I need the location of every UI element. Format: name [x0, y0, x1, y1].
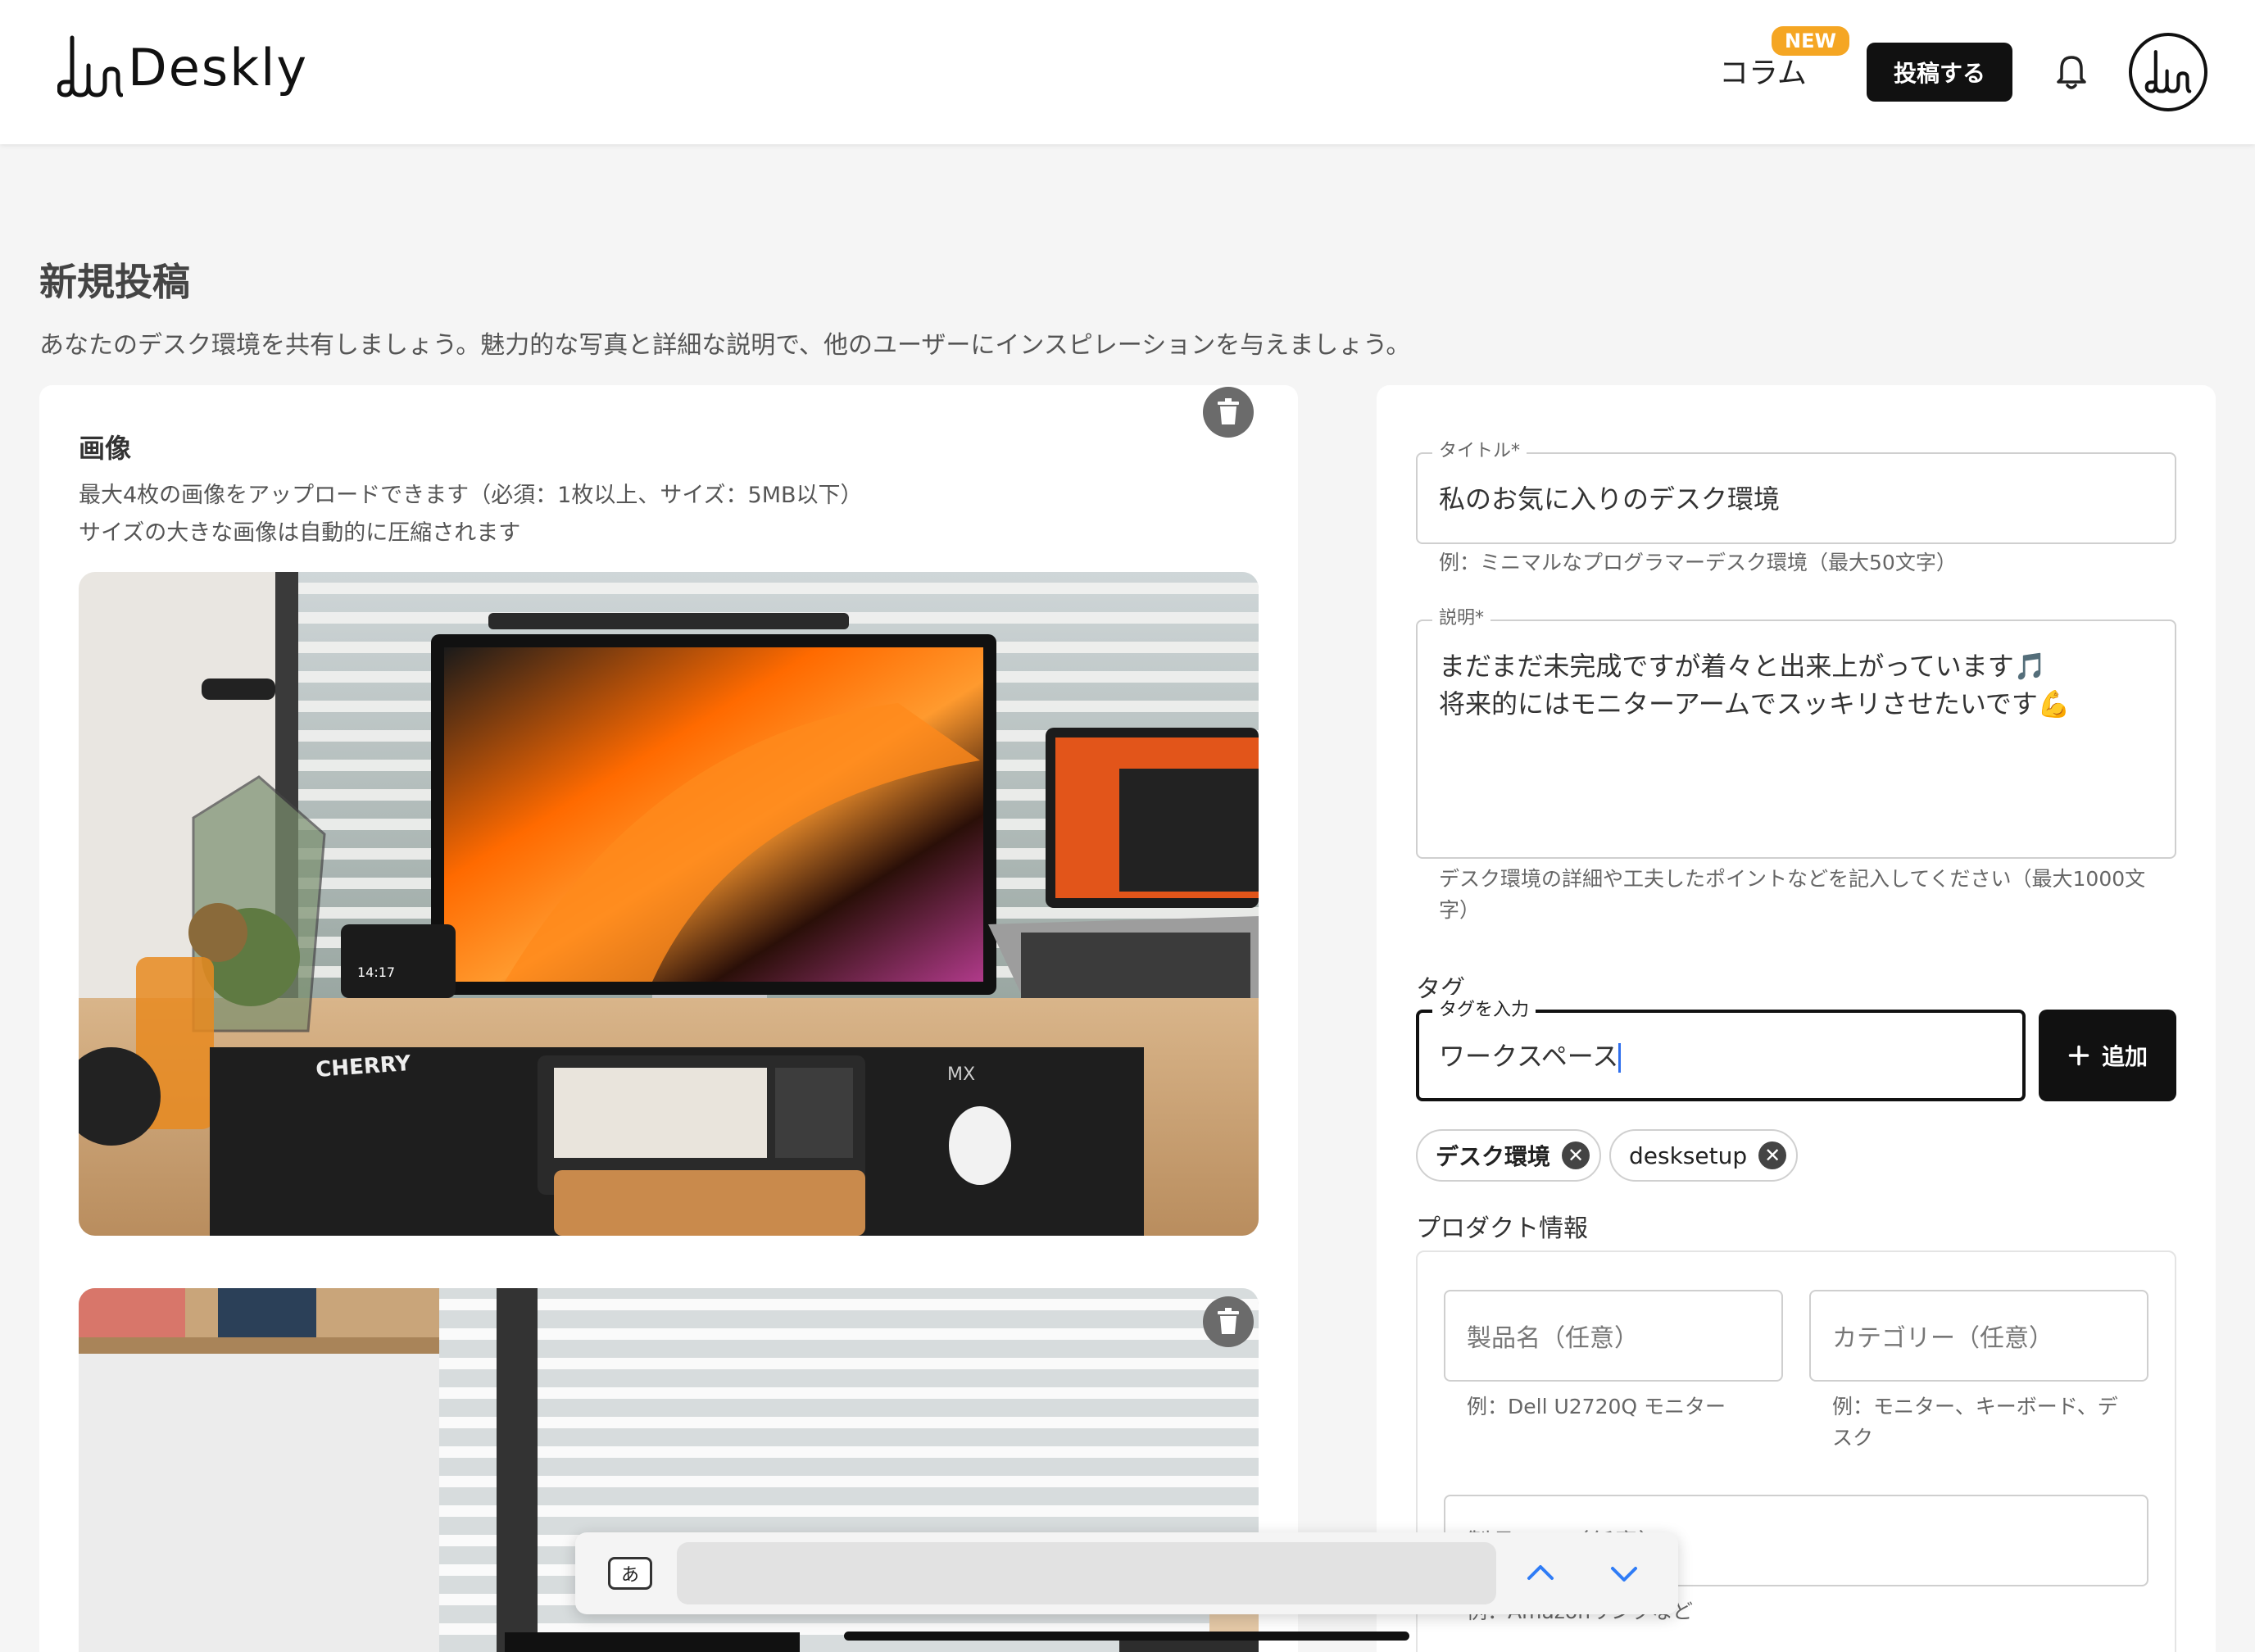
tag-input[interactable]: ワークスペース — [1416, 1010, 2026, 1101]
tag-input-label: タグを入力 — [1432, 995, 1536, 1021]
text-cursor — [1618, 1043, 1622, 1073]
remove-tag-icon[interactable]: ✕ — [1562, 1141, 1590, 1169]
logo-mark-icon — [57, 35, 123, 98]
user-avatar[interactable] — [2129, 33, 2207, 111]
product-name-field[interactable]: 製品名（任意） — [1444, 1290, 1783, 1382]
description-line1: まだまだ未完成ですが着々と出来上がっています🎵 — [1439, 651, 2047, 682]
add-tag-label: 追加 — [2101, 1043, 2148, 1070]
tag-chip-label: デスク環境 — [1436, 1143, 1551, 1170]
description-value: まだまだ未完成ですが着々と出来上がっています🎵 将来的にはモニターアームでスッキ… — [1439, 647, 2071, 723]
images-section-desc: 最大4枚の画像をアップロードできます（必須：1枚以上、サイズ：5MB以下） サイ… — [79, 477, 863, 552]
category-placeholder: カテゴリー（任意） — [1832, 1324, 2053, 1353]
mousepad-brand-text: MX — [947, 1064, 975, 1085]
images-section-title: 画像 — [79, 433, 132, 464]
post-form-card: 私のお気に入りのデスク環境 タイトル* 例：ミニマルなプログラマーデスク環境（最… — [1377, 385, 2216, 1652]
avatar-logo-icon — [2144, 50, 2192, 93]
find-input[interactable] — [677, 1542, 1496, 1604]
product-name-helper: 例：Dell U2720Q モニター — [1467, 1395, 1726, 1418]
tag-input-text: ワークスペース — [1439, 1041, 1619, 1072]
page-subtitle: あなたのデスク環境を共有しましょう。魅力的な写真と詳細な説明で、他のユーザーにイ… — [39, 331, 1411, 360]
chevron-up-icon[interactable] — [1522, 1555, 1559, 1591]
chevron-down-icon[interactable] — [1606, 1555, 1642, 1591]
ime-toggle-button[interactable]: あ — [608, 1557, 652, 1590]
phone-clock-text: 14:17 — [357, 964, 395, 980]
category-helper-line2: スク — [1832, 1426, 1874, 1450]
title-value: 私のお気に入りのデスク環境 — [1439, 483, 1781, 515]
post-button[interactable]: 投稿する — [1867, 43, 2012, 102]
page-title: 新規投稿 — [39, 260, 190, 304]
images-desc-line2: サイズの大きな画像は自動的に圧縮されます — [79, 520, 521, 546]
trash-icon — [1218, 1308, 1239, 1334]
new-badge: NEW — [1772, 26, 1849, 56]
uploaded-image-1[interactable]: 14:17 CHERRY MX — [79, 572, 1259, 1236]
title-field[interactable]: 私のお気に入りのデスク環境 — [1416, 452, 2176, 544]
delete-image-1-button[interactable] — [1203, 387, 1254, 438]
images-desc-line1: 最大4枚の画像をアップロードできます（必須：1枚以上、サイズ：5MB以下） — [79, 483, 863, 508]
category-helper-line1: 例：モニター、キーボード、デ — [1832, 1395, 2118, 1418]
plus-icon — [2068, 1045, 2089, 1066]
images-card: 画像 最大4枚の画像をアップロードできます（必須：1枚以上、サイズ：5MB以下）… — [39, 385, 1298, 1652]
description-field[interactable]: まだまだ未完成ですが着々と出来上がっています🎵 将来的にはモニターアームでスッキ… — [1416, 620, 2176, 859]
category-field[interactable]: カテゴリー（任意） — [1809, 1290, 2148, 1382]
bell-icon[interactable] — [2055, 54, 2088, 90]
description-helper-line2: 字） — [1439, 898, 1481, 922]
tag-chip: デスク環境 ✕ — [1416, 1129, 1602, 1182]
title-helper: 例：ミニマルなプログラマーデスク環境（最大50文字） — [1439, 551, 1957, 574]
description-helper-line1: デスク環境の詳細や工夫したポイントなどを記入してください（最大1000文 — [1439, 867, 2146, 891]
tag-input-value: ワークスペース — [1439, 1037, 1622, 1075]
remove-tag-icon[interactable]: ✕ — [1758, 1141, 1787, 1169]
keyboard-find-bar: あ — [575, 1532, 1678, 1614]
category-helper: 例：モニター、キーボード、デ スク — [1832, 1391, 2144, 1454]
tag-chip-label: desksetup — [1629, 1141, 1748, 1169]
product-name-placeholder: 製品名（任意） — [1467, 1324, 1639, 1353]
delete-image-2-button[interactable] — [1203, 1296, 1254, 1347]
product-heading: プロダクト情報 — [1416, 1214, 1588, 1243]
top-header: Deskly コラム NEW 投稿する — [0, 0, 2255, 144]
tag-chip: desksetup ✕ — [1609, 1129, 1799, 1182]
title-label: タイトル* — [1432, 436, 1527, 462]
description-label: 説明* — [1432, 603, 1491, 629]
description-line2: 将来的にはモニターアームでスッキリさせたいです💪 — [1439, 688, 2071, 719]
add-tag-button[interactable]: 追加 — [2039, 1010, 2176, 1101]
logo-text: Deskly — [128, 37, 309, 98]
desk-photo-1: 14:17 CHERRY MX — [79, 572, 1259, 1236]
home-indicator — [844, 1632, 1409, 1641]
description-helper: デスク環境の詳細や工夫したポイントなどを記入してください（最大1000文 字） — [1439, 864, 2176, 926]
logo[interactable]: Deskly — [57, 33, 308, 102]
trash-icon — [1218, 398, 1239, 424]
